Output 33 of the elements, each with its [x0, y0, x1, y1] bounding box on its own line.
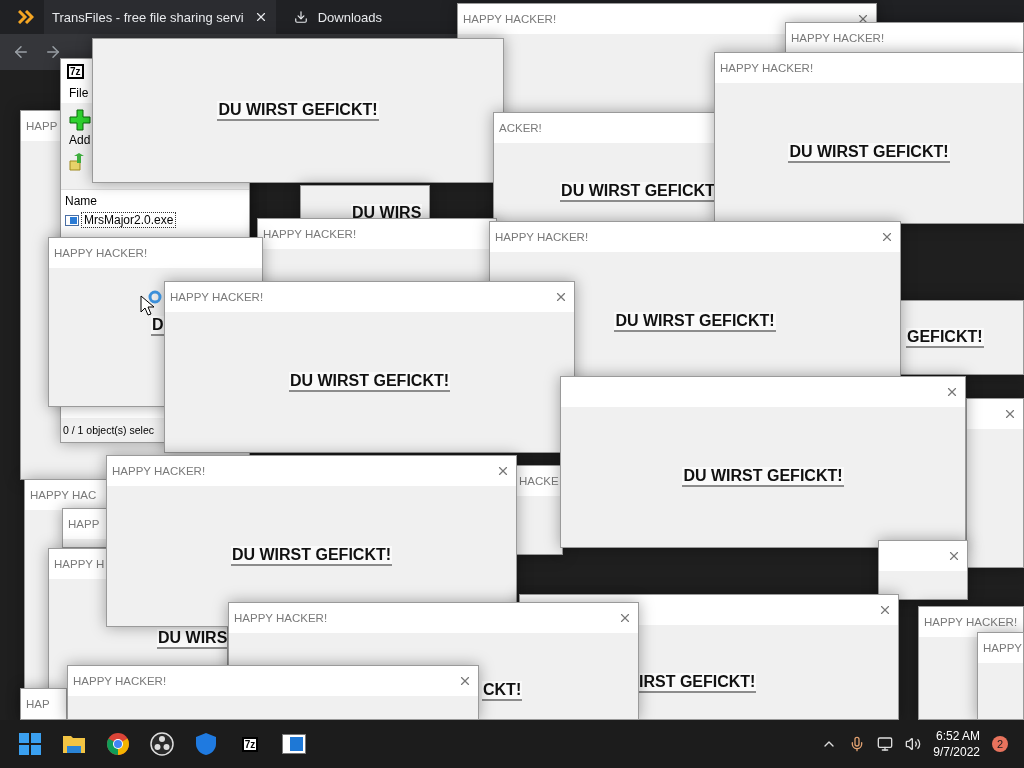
message-text: DU WIRST GEFICKT! — [788, 143, 950, 163]
message-text: DU WIRST GEFICKT! — [614, 312, 776, 332]
message-text: CKT! — [482, 681, 523, 701]
message-text: IRST GEFICKT! — [638, 673, 757, 693]
message-text: D — [151, 316, 165, 336]
message-text: GEFICKT! — [906, 328, 984, 348]
window-title: HAPPY HACKER! — [54, 247, 148, 259]
window-title: HAPPY HACKER! — [463, 13, 557, 25]
message-text: DU WIRST GEFICKT! — [288, 372, 451, 392]
window-title: HAPPY HACKER! — [112, 465, 206, 477]
message-text: DU WIRST GEFICKT! — [682, 467, 844, 487]
window-title: HAPP — [68, 518, 100, 530]
window-title: HAPPY HACKER! — [263, 228, 357, 240]
window-title: HAPPY H — [54, 558, 105, 570]
app-logo: 7z — [67, 63, 84, 79]
window-title: HAPPY HACKER! — [495, 231, 589, 243]
window-title: HAPPY HAC — [30, 489, 97, 501]
message-text: DU WIRST GEFICKT — [560, 182, 716, 202]
message-text: DU WIRST GEFICKT! — [230, 546, 393, 566]
window-title: HACKE — [519, 475, 559, 487]
window-title: HAPPY HACKER! — [720, 62, 814, 74]
window-title: HAPP — [26, 120, 58, 132]
window-title: HAP — [26, 698, 50, 710]
window-title: HAPPY HACKER! — [234, 612, 328, 624]
message-text: DU WIRS — [157, 629, 227, 649]
window-title: HAPPY HACKER! — [791, 32, 885, 44]
window-title: HAPPY HACKER! — [170, 291, 264, 303]
window-title: HAPPY HACKER! — [73, 675, 167, 687]
message-text: DU WIRST GEFICKT! — [217, 100, 379, 121]
window-title: HAPPY — [983, 642, 1022, 654]
window-title: HAPPY HACKER! — [924, 616, 1018, 628]
window-title: ACKER! — [499, 122, 542, 134]
status-text: 0 / 1 object(s) selec — [63, 424, 155, 436]
